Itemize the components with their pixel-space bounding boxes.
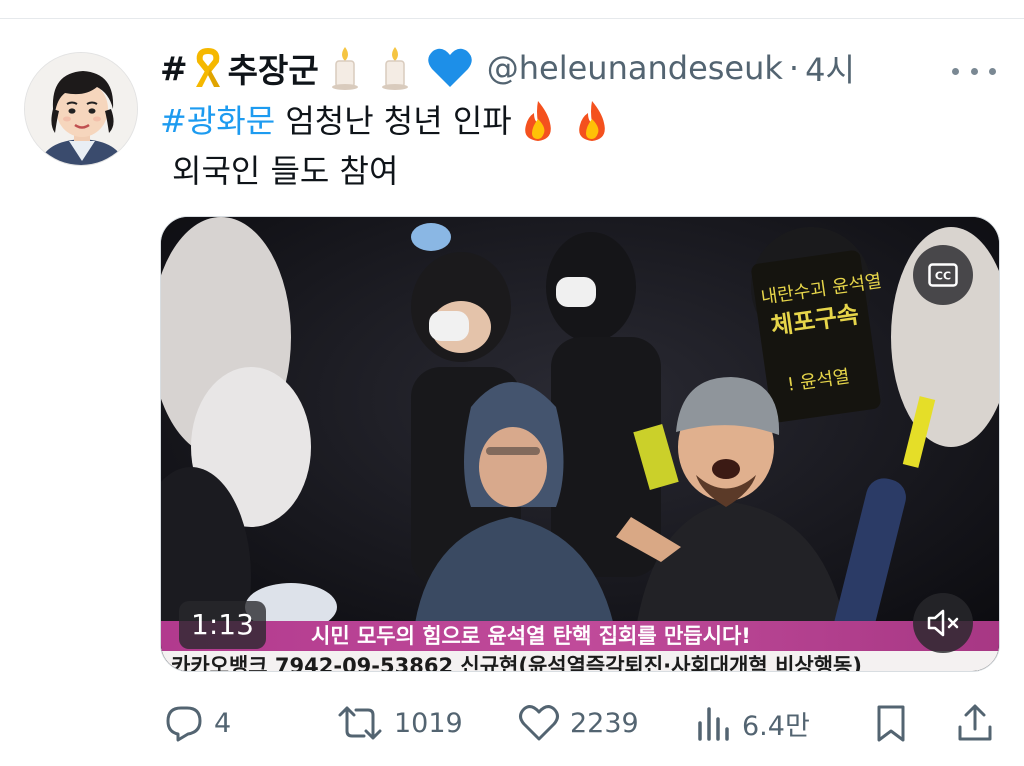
more-dot bbox=[989, 67, 996, 75]
ticker-text: 카카오뱅크 7942-09-53862 신규현(윤석열즉각퇴진·사회대개혁 비상… bbox=[171, 654, 862, 672]
closed-captions-button[interactable]: CC bbox=[913, 245, 973, 305]
tweet-actions: 4 1019 2239 6.4만 bbox=[160, 696, 1000, 750]
banner-text: 시민 모두의 힘으로 윤석열 탄핵 집회를 만듭시다! bbox=[311, 624, 751, 648]
avatar-illustration bbox=[25, 53, 137, 165]
name-prefix: # bbox=[160, 48, 188, 88]
post-time[interactable]: 4시 bbox=[805, 45, 855, 91]
views-button[interactable]: 6.4만 bbox=[696, 696, 810, 750]
reply-icon bbox=[166, 706, 202, 742]
share-icon bbox=[958, 704, 992, 741]
more-dot bbox=[952, 67, 959, 75]
top-divider bbox=[0, 18, 1024, 19]
share-button[interactable] bbox=[956, 696, 1004, 750]
tweet-line-1-text: 엄청난 청년 인파 bbox=[275, 102, 512, 140]
video-player[interactable]: 내란수괴 윤석열 체포구속 ! 윤석열 CC 시민 모두의 힘으로 윤석열 탄핵… bbox=[160, 216, 1000, 672]
mute-button[interactable] bbox=[913, 593, 973, 653]
reply-button[interactable]: 4 bbox=[164, 696, 231, 750]
fire-icon bbox=[524, 101, 551, 141]
like-icon bbox=[519, 705, 559, 741]
closed-captions-icon: CC bbox=[928, 263, 958, 287]
fire-icon bbox=[578, 101, 605, 141]
reply-count: 4 bbox=[214, 707, 232, 739]
views-count: 6.4만 bbox=[742, 710, 810, 742]
video-frame: 내란수괴 윤석열 체포구속 ! 윤석열 bbox=[161, 217, 999, 671]
muted-speaker-icon bbox=[927, 609, 959, 637]
tweet-line-1: #광화문 엄청난 청년 인파 bbox=[160, 96, 1000, 146]
video-duration: 1:13 bbox=[179, 601, 266, 649]
tweet-body: #광화문 엄청난 청년 인파 외국인 들도 참여 bbox=[160, 96, 1000, 196]
author-handle[interactable]: @heleunandeseuk bbox=[487, 49, 783, 87]
candle-icon bbox=[381, 47, 408, 90]
video-ticker: 카카오뱅크 7942-09-53862 신규현(윤석열즉각퇴진·사회대개혁 비상… bbox=[161, 651, 999, 672]
more-icon[interactable] bbox=[952, 56, 996, 86]
blue-heart-icon bbox=[427, 48, 472, 87]
views-icon bbox=[698, 707, 729, 741]
bookmark-button[interactable] bbox=[874, 696, 918, 750]
display-name[interactable]: # 추장군 bbox=[160, 44, 473, 92]
video-caption-banner: 시민 모두의 힘으로 윤석열 탄핵 집회를 만듭시다! bbox=[161, 621, 999, 651]
more-dot bbox=[970, 67, 978, 75]
yellow-ribbon-icon bbox=[195, 47, 220, 87]
cc-label: CC bbox=[935, 270, 951, 283]
tweet-line-2: 외국인 들도 참여 bbox=[160, 146, 1000, 196]
like-count: 2239 bbox=[570, 707, 639, 739]
separator-dot: · bbox=[788, 49, 800, 87]
repost-button[interactable]: 1019 bbox=[336, 696, 463, 750]
tweet-line-2-text: 외국인 들도 참여 bbox=[172, 152, 399, 190]
author-name: 추장군 bbox=[227, 51, 319, 90]
repost-icon bbox=[338, 706, 382, 740]
candle-icon bbox=[331, 47, 358, 90]
tweet-header: # 추장군 @heleunandeseuk · 4시 bbox=[160, 40, 1010, 96]
avatar[interactable] bbox=[24, 52, 138, 166]
repost-count: 1019 bbox=[394, 707, 463, 739]
like-button[interactable]: 2239 bbox=[518, 696, 639, 750]
hashtag-link[interactable]: #광화문 bbox=[160, 96, 275, 146]
bookmark-icon bbox=[877, 705, 905, 742]
